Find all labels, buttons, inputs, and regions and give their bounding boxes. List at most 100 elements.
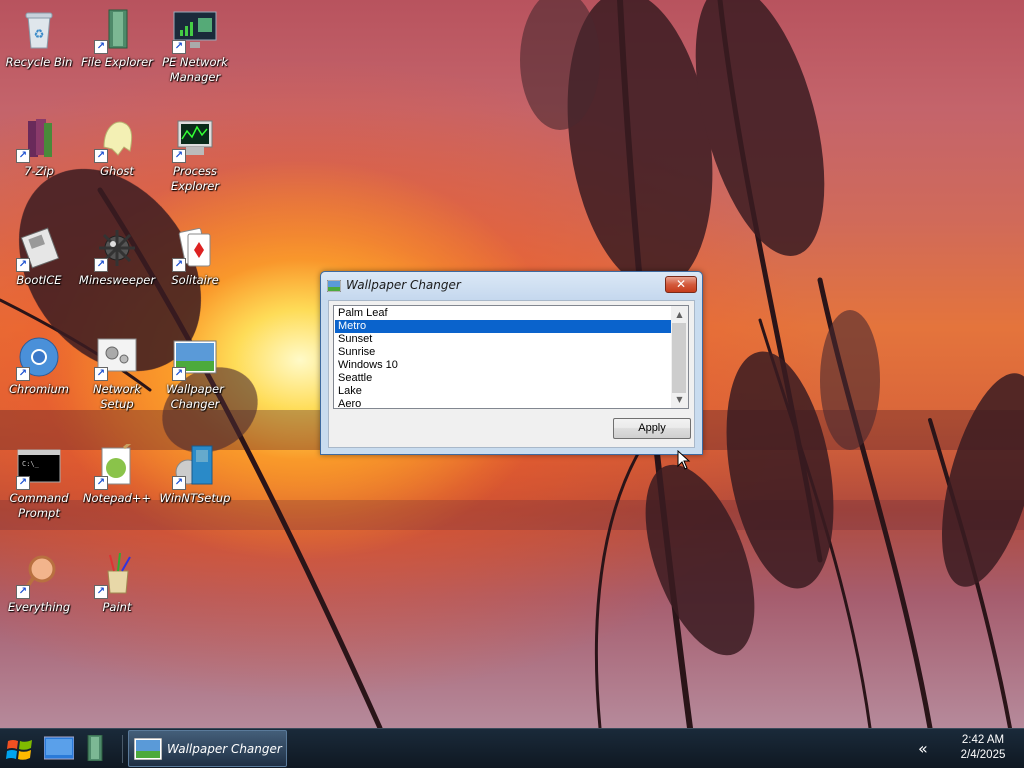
windows-logo-icon — [6, 740, 32, 760]
desktop-icon-7zip[interactable]: ↗ 7-Zip — [0, 117, 78, 179]
notepadpp-icon: ↗ — [94, 436, 140, 490]
process-explorer-icon: ↗ — [172, 117, 218, 163]
taskbar: Wallpaper Changer « 2:42 AM 2/4/2025 — [0, 728, 1024, 768]
desktop-icon-label: Recycle Bin — [5, 55, 73, 69]
wallpaper-list: Palm Leaf Metro Sunset Sunrise Windows 1… — [335, 307, 671, 408]
desktop-icon-notepadpp[interactable]: ↗ Notepad++ — [78, 436, 156, 506]
list-scrollbar[interactable]: ▲ ▼ — [671, 306, 688, 408]
shortcut-arrow-icon: ↗ — [172, 476, 186, 490]
taskbar-button-label: Wallpaper Changer — [167, 742, 282, 756]
solitaire-icon: ↗ — [172, 226, 218, 272]
desktop: ♻ Recycle Bin ↗ File Explorer ↗ PE Netwo… — [0, 0, 1024, 728]
desktop-icon-chromium[interactable]: ↗ Chromium — [0, 335, 78, 397]
clock-time: 2:42 AM — [961, 734, 1005, 746]
wallpaper-changer-icon — [327, 280, 341, 292]
7zip-icon: ↗ — [16, 117, 62, 163]
scrollbar-thumb[interactable] — [672, 323, 686, 393]
list-item[interactable]: Windows 10 — [335, 359, 671, 372]
desktop-icon-wallpaper-changer[interactable]: ↗ Wallpaper Changer — [156, 335, 234, 412]
show-hidden-icons-chevron-icon[interactable]: « — [918, 739, 928, 758]
desktop-icon-label: Notepad++ — [82, 491, 152, 505]
shortcut-arrow-icon: ↗ — [172, 258, 186, 272]
desktop-icon-label: PE Network Manager — [162, 55, 228, 84]
desktop-icon-solitaire[interactable]: ↗ Solitaire — [156, 226, 234, 288]
close-button[interactable]: ✕ — [665, 276, 697, 293]
desktop-icon-label: Everything — [7, 600, 71, 614]
shortcut-arrow-icon: ↗ — [94, 476, 108, 490]
clock[interactable]: 2:42 AM 2/4/2025 — [950, 733, 1016, 763]
shortcut-arrow-icon: ↗ — [16, 367, 30, 381]
desktop-icon-network-setup[interactable]: ↗ Network Setup — [78, 335, 156, 412]
wallpaper-changer-icon — [134, 738, 162, 760]
desktop-icon-everything[interactable]: ↗ Everything — [0, 553, 78, 615]
quicklaunch-file-explorer[interactable] — [82, 734, 112, 762]
shortcut-arrow-icon: ↗ — [16, 476, 30, 490]
list-item[interactable]: Sunset — [335, 333, 671, 346]
everything-icon: ↗ — [16, 553, 62, 599]
desktop-icon-paint[interactable]: ↗ Paint — [78, 552, 156, 615]
window-client-area: Palm Leaf Metro Sunset Sunrise Windows 1… — [328, 300, 695, 448]
svg-text:C:\_: C:\_ — [22, 460, 40, 468]
shortcut-arrow-icon: ↗ — [16, 585, 30, 599]
shortcut-arrow-icon: ↗ — [172, 40, 186, 54]
quicklaunch-show-desktop[interactable] — [43, 735, 75, 761]
command-prompt-icon: C:\_ ↗ — [16, 444, 62, 490]
start-button[interactable] — [2, 731, 38, 767]
scroll-up-icon[interactable]: ▲ — [671, 306, 688, 323]
desktop-icon-file-explorer[interactable]: ↗ File Explorer — [78, 8, 156, 70]
list-item[interactable]: Palm Leaf — [335, 307, 671, 320]
desktop-icon-label: Process Explorer — [170, 164, 220, 193]
shortcut-arrow-icon: ↗ — [94, 258, 108, 272]
desktop-icon — [43, 736, 75, 760]
shortcut-arrow-icon: ↗ — [94, 149, 108, 163]
paint-icon: ↗ — [94, 552, 140, 599]
wallpaper-changer-window: Wallpaper Changer ✕ Palm Leaf Metro Suns… — [320, 271, 703, 455]
network-setup-icon: ↗ — [94, 335, 140, 381]
desktop-icon-label: Minesweeper — [78, 273, 156, 287]
mouse-cursor-icon — [677, 450, 691, 470]
wallpaper-changer-icon: ↗ — [172, 335, 218, 381]
chromium-icon: ↗ — [16, 335, 62, 381]
shortcut-arrow-icon: ↗ — [94, 585, 108, 599]
desktop-icon-label: File Explorer — [81, 55, 153, 69]
recycle-bin-icon: ♻ — [16, 8, 62, 52]
close-icon: ✕ — [675, 277, 687, 291]
desktop-icon-winntsetup[interactable]: ↗ WinNTSetup — [156, 444, 234, 506]
desktop-icon-label: 7-Zip — [24, 164, 54, 178]
taskbar-separator — [122, 735, 123, 763]
shortcut-arrow-icon: ↗ — [172, 367, 186, 381]
desktop-icon-label: Solitaire — [171, 273, 219, 287]
minesweeper-icon: ↗ — [94, 226, 140, 272]
desktop-icon-minesweeper[interactable]: ↗ Minesweeper — [78, 226, 156, 288]
list-item[interactable]: Lake — [335, 385, 671, 398]
desktop-icon-command-prompt[interactable]: C:\_ ↗ Command Prompt — [0, 444, 78, 521]
list-item-selected[interactable]: Metro — [335, 320, 671, 333]
file-explorer-icon — [87, 734, 103, 762]
list-item[interactable]: Aero — [335, 398, 671, 408]
file-explorer-icon: ↗ — [94, 8, 140, 54]
desktop-icon-label: Ghost — [100, 164, 134, 178]
desktop-icon-process-explorer[interactable]: ↗ Process Explorer — [156, 117, 234, 194]
desktop-icon-label: Command Prompt — [9, 491, 69, 520]
desktop-icon-ghost[interactable]: ↗ Ghost — [78, 117, 156, 179]
winntsetup-icon: ↗ — [172, 444, 218, 490]
list-item[interactable]: Seattle — [335, 372, 671, 385]
desktop-icon-label: BootICE — [16, 273, 62, 287]
desktop-icon-pe-network-manager[interactable]: ↗ PE Network Manager — [156, 8, 234, 85]
taskbar-button-wallpaper-changer[interactable]: Wallpaper Changer — [128, 730, 287, 767]
desktop-icon-recycle-bin[interactable]: ♻ Recycle Bin — [0, 8, 78, 70]
scroll-down-icon[interactable]: ▼ — [671, 391, 688, 408]
shortcut-arrow-icon: ↗ — [94, 40, 108, 54]
wallpaper-listbox[interactable]: Palm Leaf Metro Sunset Sunrise Windows 1… — [333, 305, 689, 409]
desktop-icon-label: Network Setup — [92, 382, 142, 411]
clock-date: 2/4/2025 — [960, 749, 1006, 761]
shortcut-arrow-icon: ↗ — [172, 149, 186, 163]
desktop-icon-label: Chromium — [9, 382, 69, 396]
window-title: Wallpaper Changer — [346, 278, 461, 292]
ghost-icon: ↗ — [94, 117, 140, 163]
desktop-icon-bootice[interactable]: ↗ BootICE — [0, 226, 78, 288]
shortcut-arrow-icon: ↗ — [16, 258, 30, 272]
window-titlebar[interactable]: Wallpaper Changer ✕ — [321, 272, 702, 300]
list-item[interactable]: Sunrise — [335, 346, 671, 359]
apply-button[interactable]: Apply — [613, 418, 691, 439]
